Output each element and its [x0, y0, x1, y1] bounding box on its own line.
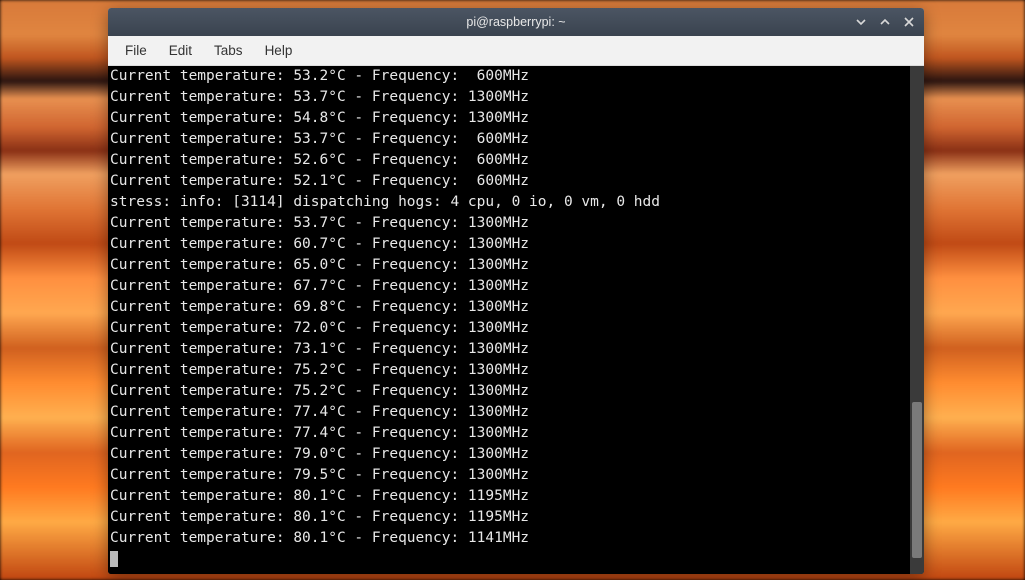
- maximize-button[interactable]: [874, 11, 896, 33]
- menu-bar: File Edit Tabs Help: [108, 36, 924, 66]
- scrollbar-thumb[interactable]: [912, 402, 922, 558]
- minimize-button[interactable]: [850, 11, 872, 33]
- window-controls: [850, 8, 920, 36]
- terminal-area: Current temperature: 53.2°C - Frequency:…: [108, 66, 924, 574]
- menu-tabs[interactable]: Tabs: [205, 39, 252, 62]
- window-titlebar[interactable]: pi@raspberrypi: ~: [108, 8, 924, 36]
- terminal-scrollbar[interactable]: [910, 66, 924, 574]
- chevron-up-icon: [880, 17, 890, 27]
- menu-help[interactable]: Help: [256, 39, 302, 62]
- terminal-cursor: [110, 551, 118, 567]
- terminal-output[interactable]: Current temperature: 53.2°C - Frequency:…: [108, 66, 910, 574]
- menu-edit[interactable]: Edit: [160, 39, 201, 62]
- chevron-down-icon: [856, 17, 866, 27]
- close-icon: [904, 17, 914, 27]
- close-button[interactable]: [898, 11, 920, 33]
- window-title: pi@raspberrypi: ~: [108, 15, 924, 29]
- terminal-window: pi@raspberrypi: ~ File Edit Tabs Help Cu…: [108, 8, 924, 574]
- menu-file[interactable]: File: [116, 39, 156, 62]
